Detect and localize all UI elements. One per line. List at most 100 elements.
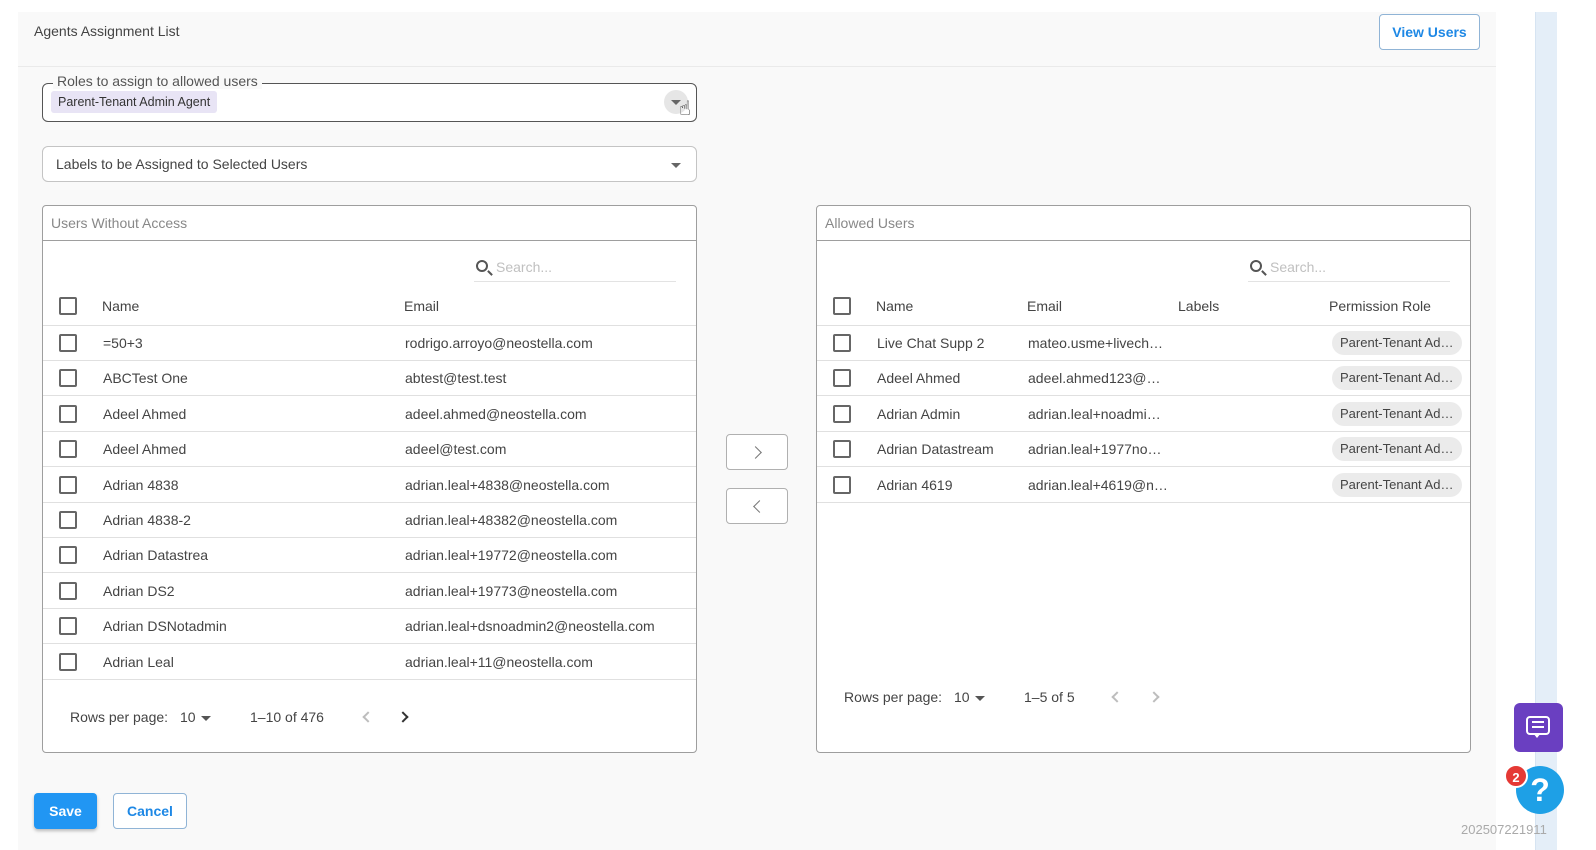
column-header-email[interactable]: Email [404, 298, 439, 314]
save-button[interactable]: Save [34, 793, 97, 829]
row-checkbox[interactable] [59, 546, 77, 565]
row-checkbox[interactable] [833, 404, 851, 423]
page-range: 1–5 of 5 [1024, 689, 1075, 705]
view-users-button[interactable]: View Users [1379, 14, 1480, 50]
chevron-left-icon[interactable] [362, 711, 374, 723]
page: Agents Assignment List View Users Roles … [18, 12, 1496, 850]
footer-stamp: 202507221911 [1461, 822, 1547, 837]
labels-select[interactable]: Labels to be Assigned to Selected Users [42, 146, 697, 182]
users-without-access-panel: Users Without Access Name Email =50+3 rod… [42, 205, 697, 753]
chevron-right-icon[interactable] [1148, 691, 1160, 703]
chevron-right-icon[interactable] [397, 711, 409, 723]
table-row[interactable]: Adrian Admin adrian.leal+noadmi… Parent-Te… [817, 397, 1470, 432]
rows-per-page-select[interactable]: 10 [180, 709, 196, 725]
cell-email: adrian.leal+11@neostella.com [405, 653, 593, 670]
table-row[interactable]: ABCTest One abtest@test.test [43, 361, 696, 397]
table-row[interactable]: Live Chat Supp 2 mateo.usme+livech… Parent… [817, 326, 1470, 361]
cell-name: Adrian Leal [103, 653, 174, 670]
rows-per-page-select[interactable]: 10 [954, 689, 970, 705]
row-checkbox[interactable] [59, 475, 77, 494]
row-checkbox[interactable] [59, 617, 77, 636]
table-row[interactable]: =50+3 rodrigo.arroyo@neostella.com [43, 326, 696, 361]
row-checkbox[interactable] [59, 404, 77, 423]
table-row[interactable]: Adrian Leal adrian.leal+11@neostella.com [43, 645, 696, 680]
cancel-button[interactable]: Cancel [113, 793, 187, 829]
table-row[interactable]: Adrian 4619 adrian.leal+4619@n… Parent-Ten… [817, 468, 1470, 503]
cell-email: adrian.leal+48382@neostella.com [405, 512, 618, 528]
table-row[interactable]: Adrian Datastream adrian.leal+1977no… Pare… [817, 432, 1470, 468]
role-chip[interactable]: Parent-Tenant Admin Agent [51, 91, 218, 113]
chevron-left-icon[interactable] [1111, 691, 1123, 703]
table-row[interactable]: Adrian DSNotadmin adrian.leal+dsnoadmin2@… [43, 609, 696, 645]
row-checkbox[interactable] [833, 440, 851, 459]
cell-name: Adrian DS2 [103, 582, 175, 599]
move-right-button[interactable] [726, 434, 788, 470]
search-input[interactable] [496, 256, 671, 278]
row-checkbox[interactable] [833, 334, 851, 352]
table-row[interactable]: Adrian Datastrea adrian.leal+19772@neoste… [43, 538, 696, 574]
table-row[interactable]: Adrian 4838-2 adrian.leal+48382@neostella… [43, 503, 696, 538]
cell-email: adeel.ahmed@neostella.com [405, 405, 587, 422]
table-row[interactable]: Adeel Ahmed adeel@test.com [43, 432, 696, 468]
move-left-button[interactable] [726, 488, 788, 524]
search-input[interactable] [1270, 256, 1445, 278]
cell-name: Adeel Ahmed [877, 370, 961, 387]
table-row[interactable]: Adeel Ahmed adeel.ahmed@neostella.com [43, 397, 696, 432]
roles-select-label: Roles to assign to allowed users [53, 73, 262, 89]
panel-title: Allowed Users [817, 206, 1470, 241]
cell-name: Adrian Datastream [877, 441, 994, 458]
row-checkbox[interactable] [833, 369, 851, 388]
select-all-checkbox[interactable] [59, 297, 77, 315]
rows-per-page-label: Rows per page: [844, 689, 943, 705]
row-checkbox[interactable] [59, 334, 77, 352]
cell-name: Adrian DSNotadmin [103, 618, 227, 635]
row-checkbox[interactable] [59, 369, 77, 388]
cell-email: adrian.leal+19772@neostella.com [405, 547, 618, 564]
column-header-permission-role[interactable]: Permission Role [1329, 298, 1431, 314]
row-checkbox[interactable] [59, 581, 77, 600]
cell-name: Adeel Ahmed [103, 441, 187, 458]
table-row[interactable]: Adrian 4838 adrian.leal+4838@neostella.co… [43, 468, 696, 503]
pagination: Rows per page: 10 1–10 of 476 [43, 706, 696, 730]
column-header-email[interactable]: Email [1027, 298, 1062, 314]
select-all-checkbox[interactable] [833, 297, 851, 315]
cell-email: adrian.leal+noadmi… [1028, 405, 1161, 422]
row-checkbox[interactable] [59, 440, 77, 459]
row-checkbox[interactable] [59, 511, 77, 529]
cell-email: adeel@test.com [405, 441, 507, 458]
cell-name: ABCTest One [103, 370, 188, 387]
row-checkbox[interactable] [833, 475, 851, 494]
permission-role-chip: Parent-Tenant Ad… [1332, 366, 1462, 391]
allowed-users-panel: Allowed Users Name Email Labels Permissi… [816, 205, 1471, 753]
chevron-down-icon[interactable] [975, 696, 985, 701]
cell-email: adrian.leal+dsnoadmin2@neostella.com [405, 618, 655, 635]
chat-button[interactable] [1514, 703, 1563, 752]
chevron-right-icon [749, 446, 762, 459]
permission-role-chip: Parent-Tenant Ad… [1332, 472, 1462, 497]
chevron-down-icon[interactable] [201, 716, 211, 721]
search-icon [1250, 260, 1262, 272]
table-row[interactable]: Adrian DS2 adrian.leal+19773@neostella.co… [43, 574, 696, 609]
page-header: Agents Assignment List View Users [18, 12, 1496, 67]
column-header-name[interactable]: Name [876, 298, 913, 314]
cell-name: Adrian Admin [877, 405, 961, 422]
table-header: Name Email Labels Permission Role [817, 288, 1470, 326]
table-header: Name Email [43, 288, 696, 326]
cell-email: abtest@test.test [405, 370, 507, 387]
rows-per-page-label: Rows per page: [70, 709, 169, 725]
cell-email: adeel.ahmed123@n… [1028, 370, 1168, 387]
pagination: Rows per page: 10 1–5 of 5 [817, 686, 1470, 710]
roles-select[interactable]: Roles to assign to allowed users Parent-… [42, 73, 697, 122]
cell-email: adrian.leal+4838@neostella.com [405, 476, 610, 493]
search-icon [476, 260, 488, 272]
page-range: 1–10 of 476 [250, 709, 324, 725]
chevron-down-icon[interactable] [664, 153, 688, 177]
column-header-name[interactable]: Name [102, 298, 139, 314]
column-header-labels[interactable]: Labels [1178, 298, 1219, 314]
cell-email: adrian.leal+1977no… [1028, 441, 1162, 458]
permission-role-chip: Parent-Tenant Ad… [1332, 401, 1462, 426]
chat-icon [1526, 716, 1550, 738]
row-checkbox[interactable] [59, 652, 77, 671]
cell-name: Adrian 4619 [877, 476, 953, 493]
table-row[interactable]: Adeel Ahmed adeel.ahmed123@n… Parent-Tenan… [817, 361, 1470, 397]
